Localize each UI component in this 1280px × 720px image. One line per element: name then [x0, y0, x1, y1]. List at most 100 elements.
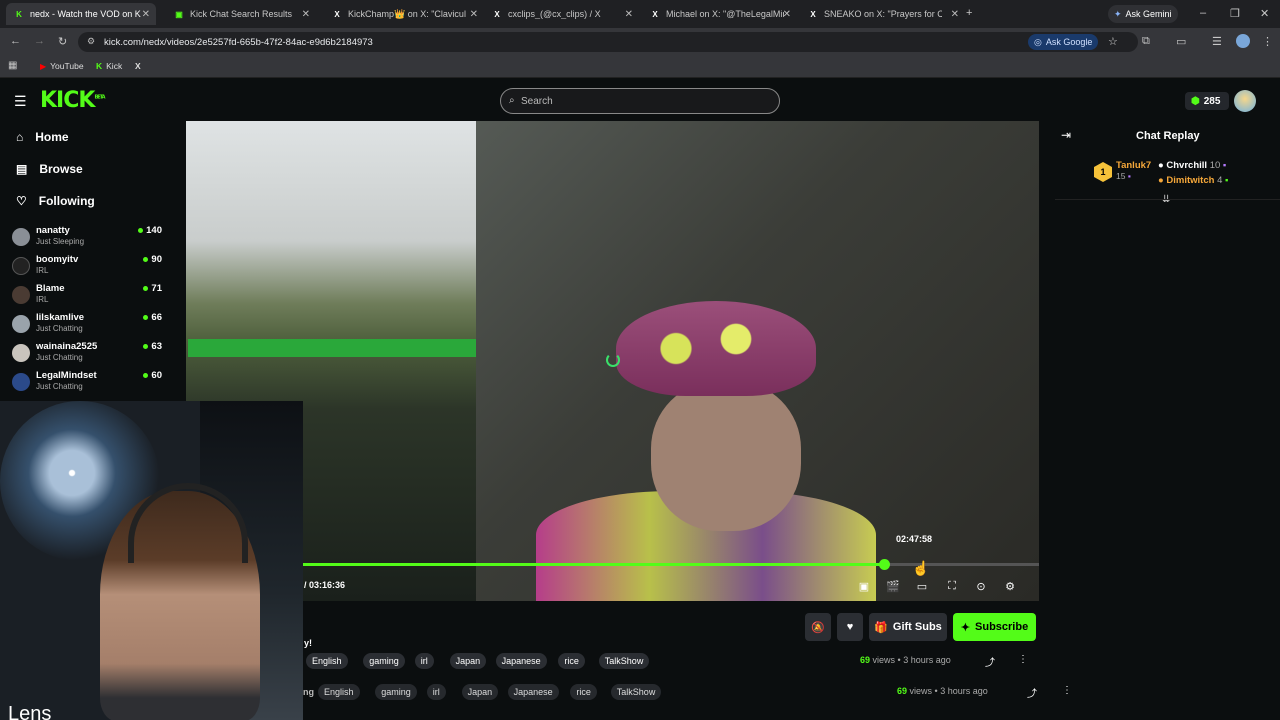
clip-icon[interactable]: 🎬: [885, 578, 901, 594]
channel-avatar: [12, 344, 30, 362]
bookmark-star-icon[interactable]: ☆: [1108, 35, 1118, 48]
address-bar[interactable]: ⚙ kick.com/nedx/videos/2e5257fd-665b-47f…: [78, 32, 1138, 52]
share-icon[interactable]: ⤴: [985, 654, 995, 669]
minimize-window-button[interactable]: –: [1200, 7, 1206, 19]
close-tab-icon[interactable]: ✕: [783, 9, 791, 20]
star-icon: ✦: [960, 621, 971, 634]
close-tab-icon[interactable]: ✕: [625, 9, 633, 20]
tag-pill[interactable]: English: [318, 684, 360, 700]
followed-channel[interactable]: wainaina2525 Just Chatting 63: [12, 341, 162, 367]
collapse-chat-icon[interactable]: ⇥: [1061, 128, 1071, 142]
playback-speed-icon[interactable]: ⊙: [973, 578, 989, 594]
chat-leader[interactable]: ● Dimitwitch 4 ▪: [1158, 175, 1228, 186]
video-player[interactable]: [186, 121, 1039, 601]
close-tab-icon[interactable]: ✕: [951, 9, 959, 20]
ask-google-button[interactable]: ◎ Ask Google: [1028, 34, 1098, 50]
tab-search-icon[interactable]: ☰: [1212, 35, 1222, 48]
bell-off-icon: 🔕: [811, 621, 825, 634]
site-info-icon[interactable]: ⚙: [87, 36, 95, 47]
back-button[interactable]: ←: [10, 35, 21, 47]
browser-tab[interactable]: Knedx - Watch the VOD on K ✕: [6, 3, 156, 25]
tag-pill[interactable]: rice: [570, 684, 597, 700]
followed-channel[interactable]: nanatty Just Sleeping 140: [12, 225, 162, 251]
cast-icon[interactable]: ▭: [1176, 35, 1186, 48]
browser-menu-icon[interactable]: ⋮: [1262, 35, 1273, 48]
live-dot-icon: [143, 256, 149, 262]
tag-pill[interactable]: Japanese: [507, 684, 559, 700]
home-icon: ⌂: [16, 130, 24, 144]
forward-button[interactable]: →: [34, 35, 45, 47]
live-dot-icon: [143, 343, 149, 349]
sidebar-item-home[interactable]: ⌂ Home: [16, 130, 69, 144]
followed-channel[interactable]: LegalMindset Just Chatting 60: [12, 370, 162, 396]
close-tab-icon[interactable]: ✕: [470, 9, 478, 20]
tag-pill[interactable]: Japan: [461, 684, 499, 700]
browse-icon: ▤: [16, 162, 28, 176]
tag-pill[interactable]: Japanese: [495, 653, 547, 669]
browser-profile-avatar[interactable]: [1236, 34, 1250, 48]
search-input[interactable]: ⌕ Search: [500, 88, 780, 114]
browser-tab[interactable]: X SNEAKO on X: "Prayers for Cla ✕: [800, 3, 965, 25]
extensions-icon[interactable]: ⧉: [1142, 35, 1150, 48]
tag-pill[interactable]: irl: [414, 653, 434, 669]
user-badge-icon: ●: [1158, 175, 1164, 186]
fullscreen-icon[interactable]: ⛶: [944, 578, 960, 594]
reload-button[interactable]: ↻: [58, 35, 67, 48]
bookmarks-bar: ▦ ▶ YouTube K Kick X: [0, 56, 1280, 78]
tag-pill[interactable]: gaming: [375, 684, 417, 700]
followed-channel[interactable]: Blame IRL 71: [12, 283, 162, 309]
apps-grid-icon[interactable]: ▦: [8, 60, 17, 71]
tag-pill[interactable]: Japan: [449, 653, 487, 669]
live-dot-icon: [138, 227, 144, 233]
new-tab-button[interactable]: +: [966, 7, 972, 19]
bookmark-youtube[interactable]: ▶ YouTube: [40, 61, 84, 71]
settings-gear-icon[interactable]: ⚙: [1002, 578, 1018, 594]
chat-divider: [1055, 199, 1280, 200]
kick-points-badge[interactable]: ⬢ 285: [1185, 92, 1229, 110]
youtube-icon: ▶: [40, 61, 47, 71]
sidebar-item-following[interactable]: ♡ Following: [16, 194, 95, 208]
miniplayer-icon[interactable]: ▣: [856, 578, 872, 594]
ask-gemini-button[interactable]: ✦ Ask Gemini: [1108, 5, 1178, 23]
sidebar-item-browse[interactable]: ▤ Browse: [16, 162, 83, 176]
gemini-icon: ✦: [1114, 8, 1122, 19]
browser-tab[interactable]: X Michael on X: "@TheLegalMind ✕: [642, 3, 797, 25]
tag-list: English gaming irl Japan Japanese rice TalkSho…: [306, 653, 650, 669]
ghost-share-icon: ⤴: [1027, 689, 1037, 700]
ghost-tag-list: English gaming irl Japan Japanese rice TalkSho…: [318, 684, 662, 700]
browser-tab-strip: Knedx - Watch the VOD on K ✕ ▣ Kick Chat Se…: [0, 0, 1280, 28]
maximize-window-button[interactable]: ❐: [1230, 7, 1240, 20]
browser-tab[interactable]: X KickChamp👑 on X: "Claviculair ✕: [324, 3, 484, 25]
follow-heart-button[interactable]: ♥: [837, 613, 863, 641]
user-badge-icon: ●: [1158, 160, 1164, 171]
gift-subs-button[interactable]: 🎁 Gift Subs: [869, 613, 947, 641]
tag-pill[interactable]: TalkShow: [598, 653, 650, 669]
more-options-icon[interactable]: ⋮: [1018, 654, 1028, 665]
close-window-button[interactable]: ✕: [1260, 7, 1269, 20]
browser-tab[interactable]: Xcxclips_(@cx_clips) / X ✕: [484, 3, 639, 25]
bookmark-kick[interactable]: K Kick: [96, 61, 122, 71]
beta-badge: BETA: [94, 94, 105, 101]
seek-bar-handle[interactable]: [878, 559, 890, 570]
followed-channel[interactable]: boomyitv IRL 90: [12, 254, 162, 280]
hamburger-menu-icon[interactable]: ☰: [14, 93, 27, 110]
tag-pill[interactable]: TalkShow: [610, 684, 662, 700]
chat-leader[interactable]: Tanluk7 15 ▪: [1116, 160, 1151, 181]
subscribe-button[interactable]: ✦ Subscribe: [953, 613, 1036, 641]
followed-channel[interactable]: lilskamlive Just Chatting 66: [12, 312, 162, 338]
tag-pill[interactable]: irl: [426, 684, 446, 700]
browser-tab[interactable]: ▣ Kick Chat Search Results ✕: [166, 3, 316, 25]
chat-leader[interactable]: ● Chvrchill 10 ▪: [1158, 160, 1226, 171]
user-avatar[interactable]: [1234, 90, 1256, 112]
theater-mode-icon[interactable]: ▭: [914, 578, 930, 594]
tag-pill[interactable]: gaming: [363, 653, 405, 669]
close-tab-icon[interactable]: ✕: [142, 9, 150, 20]
points-icon: ⬢: [1191, 95, 1200, 107]
bookmark-x[interactable]: X: [135, 61, 141, 71]
channel-avatar: [12, 373, 30, 391]
kick-logo[interactable]: KICKBETA: [40, 88, 106, 113]
tag-pill[interactable]: English: [306, 653, 348, 669]
notifications-off-button[interactable]: 🔕: [805, 613, 831, 641]
close-tab-icon[interactable]: ✕: [302, 9, 310, 20]
tag-pill[interactable]: rice: [558, 653, 585, 669]
